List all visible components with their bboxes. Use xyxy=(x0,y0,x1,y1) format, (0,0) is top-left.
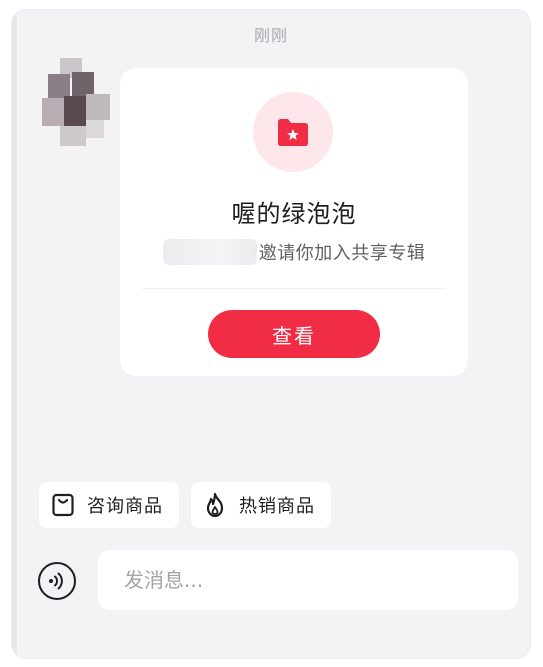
hot-products-label: 热销商品 xyxy=(239,496,315,517)
card-divider xyxy=(142,288,446,289)
voice-button[interactable] xyxy=(38,562,76,600)
consult-product-button[interactable]: 咨询商品 xyxy=(39,482,179,528)
voice-icon xyxy=(49,572,63,590)
album-badge xyxy=(253,92,333,172)
flame-icon xyxy=(206,492,224,518)
invite-text: 邀请你加入共享专辑 xyxy=(258,243,426,264)
hot-products-button[interactable]: 热销商品 xyxy=(191,482,331,528)
album-title: 喔的绿泡泡 xyxy=(231,200,357,228)
shopping-bag-icon xyxy=(52,493,74,517)
message-input[interactable] xyxy=(98,550,518,610)
view-button[interactable]: 查看 xyxy=(208,310,380,358)
message-timestamp: 刚刚 xyxy=(253,26,288,45)
chat-window: 刚刚 喔的绿泡泡 邀请你加入共享专辑 查看 咨询商品 热销商品 发消息... xyxy=(12,10,530,658)
avatar[interactable] xyxy=(42,58,116,148)
composer xyxy=(12,550,530,630)
folder-star-icon xyxy=(278,119,308,146)
invite-row: 邀请你加入共享专辑 xyxy=(120,238,468,266)
inviter-name-redacted xyxy=(162,239,257,265)
shared-album-card[interactable]: 喔的绿泡泡 邀请你加入共享专辑 查看 xyxy=(120,68,468,376)
quick-actions: 咨询商品 热销商品 xyxy=(39,482,331,530)
consult-product-label: 咨询商品 xyxy=(87,496,163,517)
